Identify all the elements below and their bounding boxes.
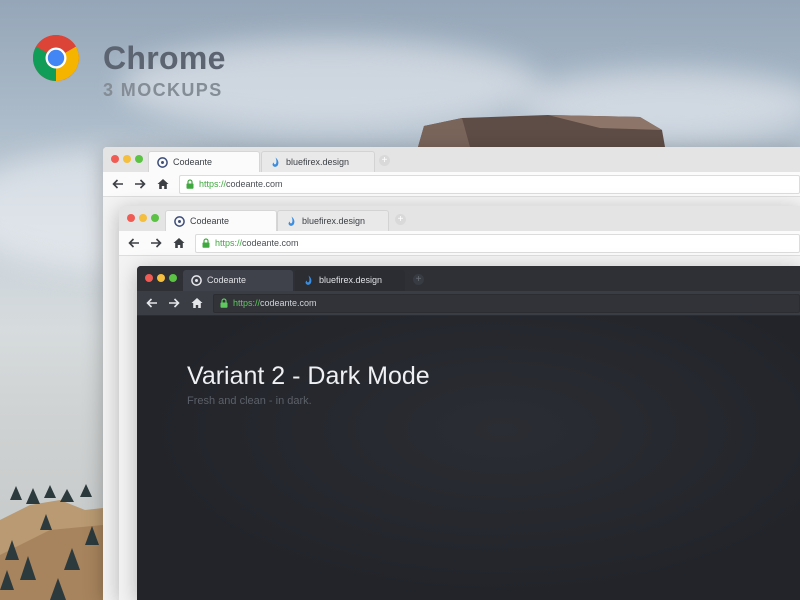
bluefirex-favicon-icon bbox=[288, 216, 295, 226]
tab-bar: Codeante bluefirex.design + bbox=[137, 266, 800, 291]
tab-bar: Codeante bluefirex.design + bbox=[119, 206, 800, 232]
new-tab-button[interactable]: + bbox=[379, 155, 390, 166]
maximize-button[interactable] bbox=[151, 214, 159, 222]
chrome-logo bbox=[33, 35, 79, 81]
minimize-button[interactable] bbox=[157, 274, 165, 282]
tab-codeante[interactable]: Codeante bbox=[183, 270, 293, 291]
toolbar: https://codeante.com bbox=[103, 172, 800, 197]
address-bar[interactable]: https://codeante.com bbox=[195, 234, 800, 253]
bluefirex-favicon-icon bbox=[305, 275, 312, 285]
url-text: https://codeante.com bbox=[199, 179, 283, 189]
url-protocol: https:// bbox=[199, 179, 227, 189]
forward-arrow-icon[interactable] bbox=[149, 236, 163, 250]
lock-icon bbox=[220, 298, 228, 308]
tab-bluefirex[interactable]: bluefirex.design bbox=[295, 270, 405, 291]
close-button[interactable] bbox=[127, 214, 135, 222]
codeante-favicon-icon bbox=[157, 157, 168, 168]
url-host: codeante.com bbox=[242, 238, 299, 248]
back-arrow-icon[interactable] bbox=[127, 236, 141, 250]
tab-label: Codeante bbox=[173, 157, 213, 167]
close-button[interactable] bbox=[145, 274, 153, 282]
maximize-button[interactable] bbox=[169, 274, 177, 282]
tab-label: bluefirex.design bbox=[286, 157, 350, 167]
url-protocol: https:// bbox=[233, 298, 261, 308]
codeante-favicon-icon bbox=[174, 216, 185, 227]
maximize-button[interactable] bbox=[135, 155, 143, 163]
forward-arrow-icon[interactable] bbox=[133, 177, 147, 191]
forward-arrow-icon[interactable] bbox=[167, 296, 181, 310]
home-icon[interactable] bbox=[190, 296, 204, 310]
content-heading: Variant 2 - Dark Mode bbox=[187, 362, 430, 390]
url-text: https://codeante.com bbox=[233, 298, 317, 308]
tab-codeante[interactable]: Codeante bbox=[148, 151, 260, 173]
page-content: Variant 2 - Dark Mode Fresh and clean - … bbox=[137, 316, 800, 600]
url-text: https://codeante.com bbox=[215, 238, 299, 248]
close-button[interactable] bbox=[111, 155, 119, 163]
url-host: codeante.com bbox=[226, 179, 283, 189]
tab-bluefirex[interactable]: bluefirex.design bbox=[261, 151, 375, 173]
address-bar[interactable]: https://codeante.com bbox=[213, 294, 800, 313]
page-title: Chrome bbox=[103, 40, 226, 76]
url-host: codeante.com bbox=[260, 298, 317, 308]
lock-icon bbox=[186, 179, 194, 189]
content-tagline: Fresh and clean - in dark. bbox=[187, 395, 312, 407]
tab-label: Codeante bbox=[207, 275, 247, 285]
toolbar: https://codeante.com bbox=[137, 291, 800, 316]
new-tab-button[interactable]: + bbox=[395, 214, 406, 225]
tab-label: bluefirex.design bbox=[319, 275, 383, 285]
address-bar[interactable]: https://codeante.com bbox=[179, 175, 800, 194]
toolbar: https://codeante.com bbox=[119, 231, 800, 256]
url-protocol: https:// bbox=[215, 238, 243, 248]
lock-icon bbox=[202, 238, 210, 248]
minimize-button[interactable] bbox=[123, 155, 131, 163]
tab-codeante[interactable]: Codeante bbox=[165, 210, 277, 232]
browser-window-3-dark: Codeante bluefirex.design + https://code… bbox=[137, 266, 800, 600]
home-icon[interactable] bbox=[172, 236, 186, 250]
codeante-favicon-icon bbox=[191, 275, 202, 286]
back-arrow-icon[interactable] bbox=[145, 296, 159, 310]
bluefirex-favicon-icon bbox=[272, 157, 279, 167]
tab-label: bluefirex.design bbox=[302, 216, 366, 226]
back-arrow-icon[interactable] bbox=[111, 177, 125, 191]
page-subtitle: 3 MOCKUPS bbox=[103, 80, 223, 100]
minimize-button[interactable] bbox=[139, 214, 147, 222]
tab-label: Codeante bbox=[190, 216, 230, 226]
tab-bar: Codeante bluefirex.design + bbox=[103, 147, 800, 173]
tab-bluefirex[interactable]: bluefirex.design bbox=[277, 210, 389, 232]
home-icon[interactable] bbox=[156, 177, 170, 191]
new-tab-button[interactable]: + bbox=[413, 274, 424, 285]
